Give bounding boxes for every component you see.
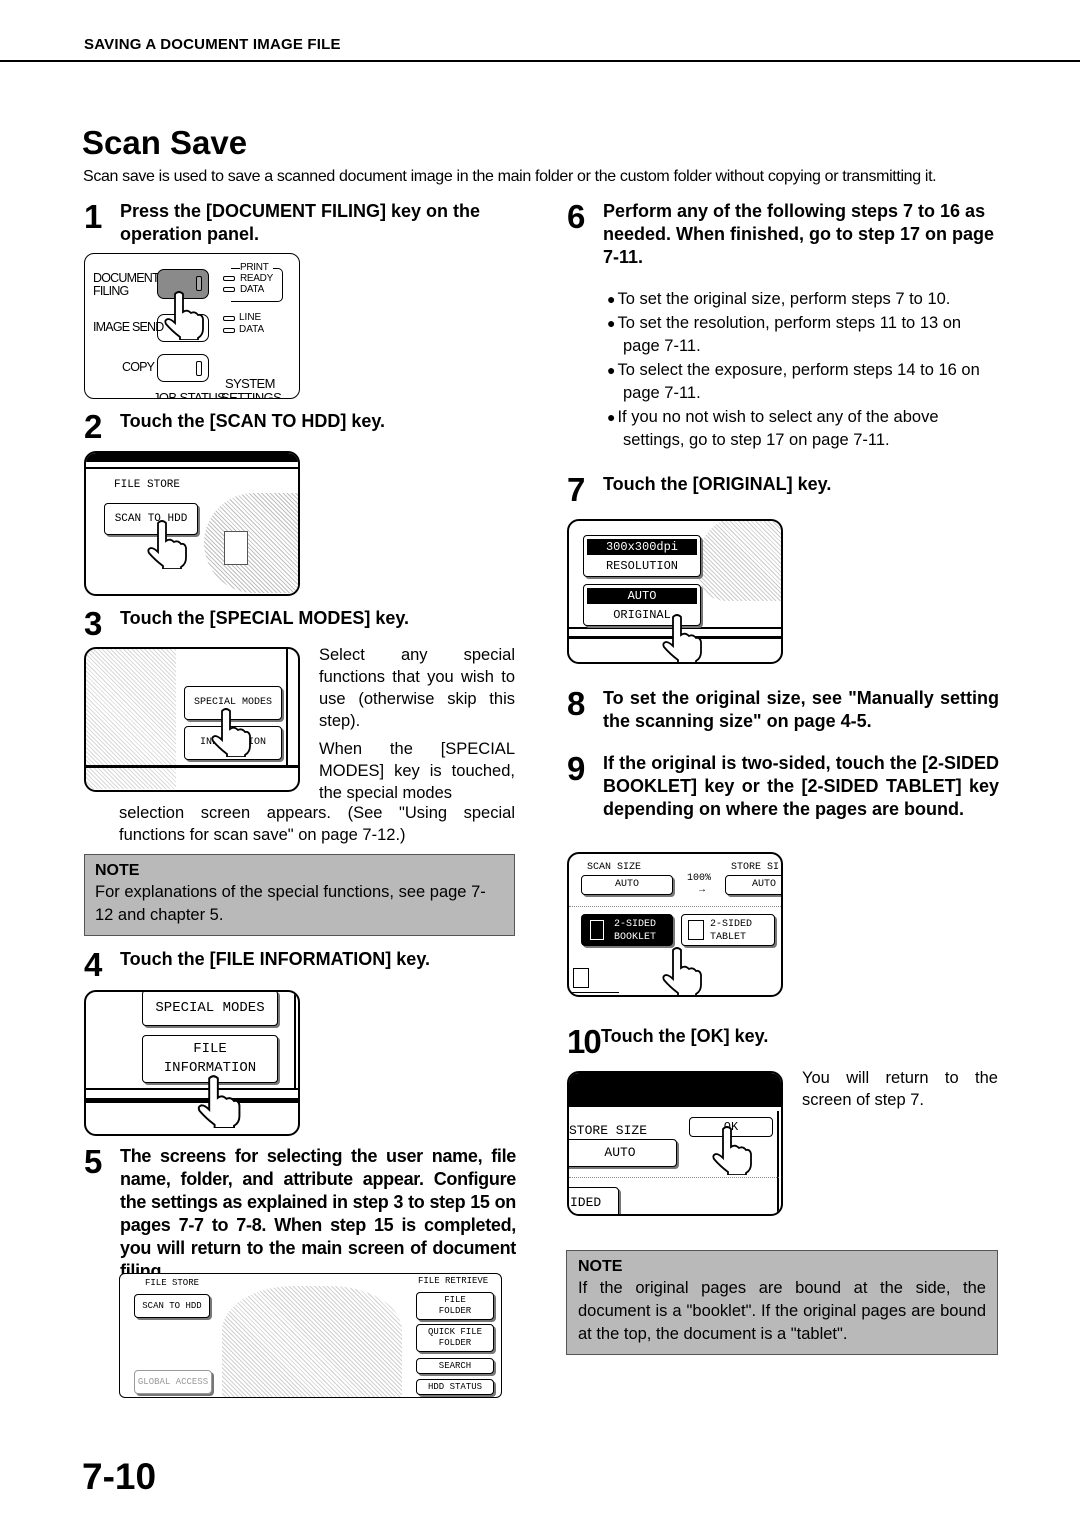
print-label: PRINT: [240, 262, 269, 273]
step-instruction: If the original is two-sided, touch the …: [603, 753, 999, 819]
data-lamp-icon: [223, 287, 235, 292]
step-number: 7: [567, 471, 586, 508]
step-number: 2: [84, 408, 103, 445]
intro-text: Scan save is used to save a scanned docu…: [83, 168, 937, 185]
step-instruction: Touch the [SPECIAL MODES] key.: [120, 608, 410, 628]
file-folder-key[interactable]: FILE FOLDER: [416, 1292, 494, 1320]
search-key[interactable]: SEARCH: [416, 1358, 494, 1374]
operation-panel-figure: DOCUMENT FILING IMAGE SEND COPY PRINT RE…: [84, 253, 300, 399]
step-number: 3: [84, 605, 103, 642]
bullet-item: To set the original size, perform steps …: [607, 288, 991, 312]
resolution-key[interactable]: 300x300dpi RESOLUTION: [583, 535, 701, 577]
data-label: DATA: [240, 284, 264, 295]
scan-to-hdd-key[interactable]: SCAN TO HDD: [134, 1294, 210, 1318]
data-label-2: DATA: [239, 324, 265, 335]
original-key-figure: 300x300dpi RESOLUTION AUTO ORIGINAL: [567, 519, 783, 664]
document-icon: [224, 531, 248, 565]
document-filing-main-screen: FILE STORE SCAN TO HDD GLOBAL ACCESS FIL…: [119, 1273, 502, 1398]
step-number: 10: [567, 1023, 602, 1060]
running-head: SAVING A DOCUMENT IMAGE FILE: [84, 36, 341, 53]
pointing-hand-icon: [712, 1126, 752, 1175]
pointing-hand-icon: [662, 947, 702, 995]
file-retrieve-label: FILE RETRIEVE: [418, 1276, 489, 1286]
pointing-hand-icon: [211, 708, 251, 757]
global-access-key[interactable]: GLOBAL ACCESS: [134, 1370, 212, 1394]
note-body: For explanations of the special function…: [95, 883, 486, 924]
two-sided-figure: SCAN SIZE AUTO 100% → STORE SI AUTO 2-SI…: [567, 852, 783, 997]
arrow-right-icon: →: [697, 884, 707, 895]
step-3-description-cont: selection screen appears. (See "Using sp…: [119, 804, 515, 844]
line-lamp-icon: [223, 316, 235, 321]
step-instruction: Press the [DOCUMENT FILING] key on the o…: [120, 201, 481, 244]
quick-file-folder-key[interactable]: QUICK FILE FOLDER: [416, 1324, 494, 1352]
note-box: NOTE For explanations of the special fun…: [84, 854, 515, 936]
settings-label: SETTINGS: [221, 390, 282, 399]
two-sided-tablet-key[interactable]: 2-SIDED TABLET: [681, 914, 775, 946]
duplex-icon: [573, 968, 589, 988]
scan-to-hdd-figure: FILE STORE SCAN TO HDD: [84, 451, 300, 596]
system-label: SYSTEM: [225, 376, 275, 391]
two-sided-booklet-key[interactable]: 2-SIDED BOOKLET: [581, 914, 673, 946]
step-number: 5: [84, 1143, 103, 1180]
copier-illustration: [699, 521, 781, 601]
step-10-description: You will return to the screen of step 7.: [802, 1069, 998, 1109]
page-title: Scan Save: [82, 124, 248, 161]
step-number: 8: [567, 685, 586, 722]
image-send-label: IMAGE SEND: [93, 320, 164, 334]
scan-size-key[interactable]: AUTO: [581, 875, 673, 895]
copy-key[interactable]: [157, 354, 209, 382]
step-instruction: Touch the [OK] key.: [601, 1026, 769, 1046]
step-3-description: Select any special functions that you wi…: [319, 646, 515, 802]
pointing-hand-icon: [164, 291, 204, 340]
booklet-icon: [590, 920, 604, 940]
ratio-label: 100%: [687, 873, 712, 884]
hdd-status-key[interactable]: HDD STATUS: [416, 1379, 494, 1395]
ok-key-figure: STORE SIZE AUTO OK IDED: [567, 1071, 783, 1216]
header-rule: [0, 60, 1080, 62]
step-6-options: To set the original size, perform steps …: [607, 288, 991, 453]
bullet-item: To set the resolution, perform steps 11 …: [607, 312, 991, 359]
file-store-label: FILE STORE: [114, 479, 181, 491]
tablet-icon: [688, 920, 704, 940]
step-number: 4: [84, 946, 103, 983]
store-size-label: STORE SIZE: [569, 1123, 648, 1138]
step-instruction: Perform any of the following steps 7 to …: [603, 201, 995, 267]
line-label: LINE: [239, 312, 262, 323]
store-size-label: STORE SI: [731, 862, 780, 873]
bullet-item: If you no not wish to select any of the …: [607, 406, 991, 453]
two-sided-key[interactable]: IDED: [569, 1187, 619, 1214]
bullet-item: To select the exposure, perform steps 14…: [607, 359, 991, 406]
store-size-key[interactable]: AUTO: [569, 1139, 677, 1167]
note-box: NOTE If the original pages are bound at …: [566, 1250, 998, 1355]
filing-label: FILING: [93, 284, 129, 298]
step-number: 6: [567, 198, 586, 235]
page-number: 7-10: [82, 1456, 157, 1497]
job-status-label: JOB STATUS: [153, 390, 226, 399]
note-title: NOTE: [578, 1258, 623, 1275]
step-number: 1: [84, 198, 103, 235]
pointing-hand-icon: [147, 520, 187, 569]
special-modes-key[interactable]: SPECIAL MODES: [142, 992, 278, 1026]
data-lamp-icon-2: [223, 328, 235, 333]
note-title: NOTE: [95, 862, 140, 879]
store-size-key[interactable]: AUTO: [725, 875, 781, 895]
note-body: If the original pages are bound at the s…: [578, 1279, 986, 1343]
copier-illustration: [222, 1286, 402, 1397]
step-instruction: Touch the [ORIGINAL] key.: [603, 474, 832, 494]
ready-lamp-icon: [223, 276, 235, 281]
step-instruction: Touch the [SCAN TO HDD] key.: [120, 411, 386, 431]
step-instruction: The screens for selecting the user name,…: [120, 1146, 516, 1281]
copier-illustration: [204, 493, 298, 593]
step-number: 9: [567, 750, 586, 787]
ready-label: READY: [240, 273, 273, 284]
copy-label: COPY: [122, 360, 155, 374]
step-instruction: To set the original size, see "Manually …: [603, 688, 999, 731]
file-information-figure: SPECIAL MODES FILE INFORMATION: [84, 990, 300, 1136]
scan-size-label: SCAN SIZE: [587, 862, 642, 873]
pointing-hand-icon: [197, 1075, 241, 1128]
pointing-hand-icon: [662, 614, 702, 662]
special-modes-figure: SPECIAL MODES INFORMATION: [84, 647, 300, 792]
file-store-label: FILE STORE: [145, 1278, 200, 1288]
step-instruction: Touch the [FILE INFORMATION] key.: [120, 949, 430, 969]
